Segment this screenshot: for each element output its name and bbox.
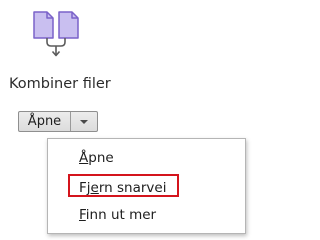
chevron-down-icon	[79, 119, 89, 125]
tool-title: Kombiner filer	[9, 76, 111, 92]
dropdown-toggle[interactable]	[71, 112, 97, 131]
menu-item-learn-more[interactable]: Finn ut mer	[79, 206, 156, 224]
tool-panel: Kombiner filer Åpne Åpne Fjern snarvei F…	[0, 0, 250, 240]
combine-files-icon[interactable]	[30, 8, 90, 60]
menu-item-open[interactable]: Åpne	[79, 149, 114, 167]
menu-item-text: rn snarvei	[98, 180, 167, 196]
menu-item-text: inn ut mer	[85, 207, 157, 223]
menu-item-text: Fj	[79, 180, 91, 196]
menu-item-mnemonic: Å	[79, 150, 89, 166]
menu-item-remove-shortcut[interactable]: Fjern snarvei	[79, 179, 166, 197]
menu-item-text: pne	[88, 150, 114, 166]
dropdown-menu: Åpne Fjern snarvei Finn ut mer	[47, 138, 246, 234]
open-split-button[interactable]: Åpne	[18, 111, 98, 132]
menu-item-mnemonic: F	[79, 207, 86, 223]
menu-item-mnemonic: e	[90, 180, 99, 196]
open-button[interactable]: Åpne	[19, 112, 71, 131]
